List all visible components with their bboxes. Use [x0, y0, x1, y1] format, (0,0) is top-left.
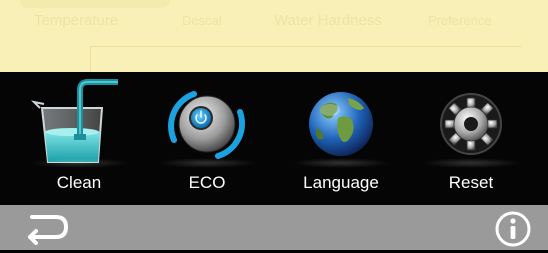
tile-shadow: [422, 158, 520, 168]
back-arrow-icon: [28, 215, 68, 245]
top-menu-bar: Temperature Descal Water Hardness Prefer…: [0, 0, 548, 73]
clean-button[interactable]: Clean: [24, 72, 134, 205]
eco-power-icon: [152, 78, 262, 170]
tile-shadow: [30, 158, 128, 168]
top-item-temperature[interactable]: Temperature: [34, 9, 118, 33]
reset-label: Reset: [448, 173, 494, 192]
top-item-descal[interactable]: Descal: [182, 9, 222, 33]
back-button[interactable]: [22, 213, 72, 245]
clean-label: Clean: [56, 173, 102, 192]
globe-icon: [286, 78, 396, 170]
info-icon: [495, 211, 531, 247]
top-inner-frame: [90, 46, 521, 73]
main-panel: Clean ECO Language Reset: [0, 72, 548, 205]
gear-icon: [416, 78, 526, 170]
eco-button[interactable]: ECO: [152, 72, 262, 205]
info-button[interactable]: [494, 210, 532, 248]
bottom-bar: [0, 205, 548, 250]
language-label: Language: [303, 173, 379, 192]
tile-shadow: [158, 158, 256, 168]
eco-label: ECO: [188, 173, 226, 192]
top-glow: [20, 0, 170, 8]
tile-shadow: [292, 158, 390, 168]
top-item-preference[interactable]: Preference: [428, 9, 492, 33]
beaker-icon: [24, 78, 134, 170]
language-button[interactable]: Language: [286, 72, 396, 205]
reset-button[interactable]: Reset: [416, 72, 526, 205]
top-item-water-hardness[interactable]: Water Hardness: [274, 9, 382, 33]
